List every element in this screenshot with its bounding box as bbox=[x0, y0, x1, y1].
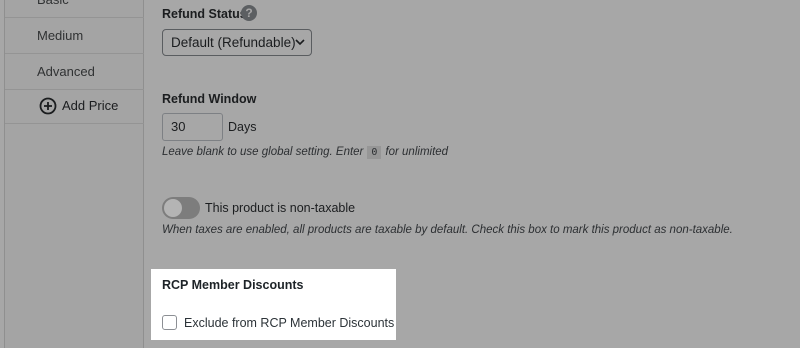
exclude-rcp-label[interactable]: Exclude from RCP Member Discounts bbox=[184, 316, 394, 330]
add-price-label: Add Price bbox=[62, 98, 119, 113]
non-taxable-label: This product is non-taxable bbox=[205, 201, 356, 215]
add-price-button[interactable]: Add Price bbox=[5, 88, 144, 124]
refund-window-label: Refund Window bbox=[162, 92, 257, 106]
price-variations-sidebar: Basic Medium Advanced Add Price bbox=[4, 0, 144, 348]
refund-window-input[interactable]: 30 bbox=[162, 113, 223, 141]
exclude-rcp-checkbox[interactable] bbox=[162, 315, 177, 330]
non-taxable-toggle[interactable] bbox=[162, 197, 200, 219]
plus-circle-icon bbox=[39, 97, 57, 114]
sidebar-item-medium[interactable]: Medium bbox=[5, 18, 144, 54]
refund-window-hint-before: Leave blank to use global setting. Enter bbox=[162, 146, 364, 158]
toggle-knob bbox=[164, 199, 182, 217]
question-circle-icon[interactable]: ? bbox=[241, 5, 257, 21]
refund-window-unit: Days bbox=[228, 120, 257, 134]
refund-status-select[interactable]: Default (Refundable) bbox=[162, 29, 312, 56]
chevron-down-icon bbox=[295, 30, 305, 64]
refund-status-label: Refund Status bbox=[162, 7, 247, 21]
sidebar-item-advanced[interactable]: Advanced bbox=[5, 54, 144, 90]
refund-window-hint: Leave blank to use global setting. Enter… bbox=[162, 146, 448, 159]
non-taxable-description: When taxes are enabled, all products are… bbox=[162, 224, 733, 236]
rcp-member-discounts-panel: RCP Member Discounts Exclude from RCP Me… bbox=[151, 269, 396, 340]
sidebar-item-basic[interactable]: Basic bbox=[5, 0, 144, 18]
refund-window-hint-after: for unlimited bbox=[385, 146, 449, 158]
rcp-discounts-title: RCP Member Discounts bbox=[162, 278, 304, 292]
refund-status-value: Default (Refundable) bbox=[171, 35, 296, 50]
unlimited-code: 0 bbox=[367, 146, 382, 159]
